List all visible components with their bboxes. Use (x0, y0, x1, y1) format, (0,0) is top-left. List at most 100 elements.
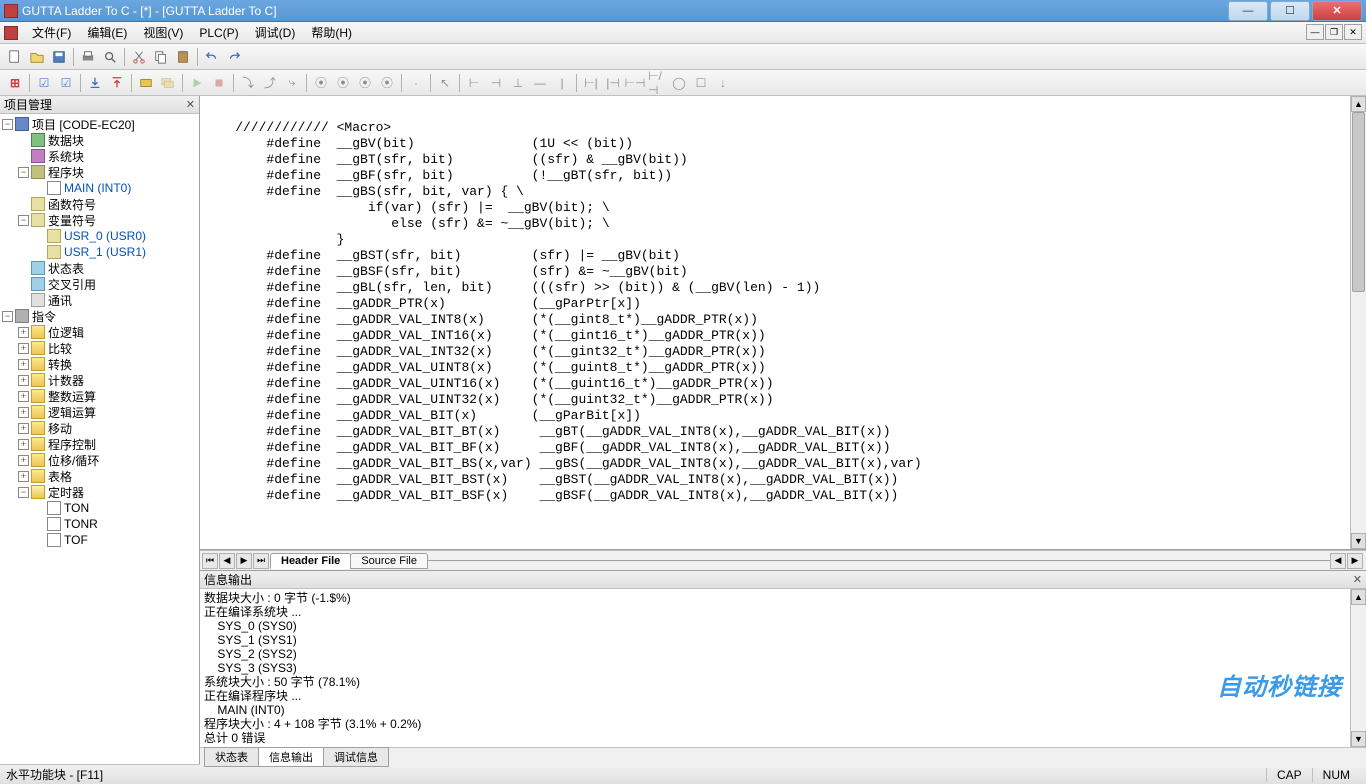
expand-icon[interactable]: + (18, 471, 29, 482)
tree-project[interactable]: 项目 [CODE-EC20] (32, 116, 135, 133)
maximize-button[interactable] (1270, 1, 1310, 21)
redo-button[interactable] (224, 47, 244, 67)
expand-icon[interactable]: − (18, 167, 29, 178)
c1[interactable]: ⊢ (464, 73, 484, 93)
br1-button[interactable]: ⦿ (311, 73, 331, 93)
tab-header-file[interactable]: Header File (270, 553, 351, 569)
tree-tof[interactable]: TOF (64, 533, 88, 547)
tab-r2-icon[interactable]: ▶ (1347, 553, 1363, 569)
open-button[interactable] (27, 47, 47, 67)
x1-button[interactable]: · (406, 73, 426, 93)
paste-button[interactable] (173, 47, 193, 67)
output-scrollbar[interactable]: ▲ ▼ (1350, 589, 1366, 747)
tree-compare[interactable]: 比较 (48, 340, 72, 357)
code-editor[interactable]: //////////// <Macro> #define __gBV(bit) … (200, 96, 1350, 549)
undo-button[interactable] (202, 47, 222, 67)
expand-icon[interactable]: + (18, 327, 29, 338)
expand-icon[interactable]: + (18, 455, 29, 466)
vertical-scrollbar[interactable]: ▲ ▼ (1350, 96, 1366, 549)
print-button[interactable] (78, 47, 98, 67)
menu-plc[interactable]: PLC(P) (191, 24, 246, 42)
minimize-button[interactable] (1228, 1, 1268, 21)
br2-button[interactable]: ⦿ (333, 73, 353, 93)
menu-edit[interactable]: 编辑(E) (79, 22, 135, 43)
panel-close-icon[interactable]: ✕ (1353, 573, 1362, 586)
scroll-up-icon[interactable]: ▲ (1351, 96, 1366, 112)
output-text[interactable]: 数据块大小 : 0 字节 (-1.$%)正在编译系统块 ... SYS_0 (S… (200, 589, 1350, 747)
tree-shift[interactable]: 位移/循环 (48, 452, 99, 469)
tree-table[interactable]: 表格 (48, 468, 72, 485)
tree-intmath[interactable]: 整数运算 (48, 388, 96, 405)
scroll-up-icon[interactable]: ▲ (1351, 589, 1366, 605)
cursor-button[interactable]: ↖ (435, 73, 455, 93)
expand-icon[interactable]: + (18, 407, 29, 418)
ladder-icon[interactable]: ⊞ (5, 73, 25, 93)
expand-icon[interactable]: + (18, 423, 29, 434)
new-button[interactable] (5, 47, 25, 67)
c5[interactable]: | (552, 73, 572, 93)
tree-bitlogic[interactable]: 位逻辑 (48, 324, 84, 341)
tree-timer[interactable]: 定时器 (48, 484, 84, 501)
menu-file[interactable]: 文件(F) (24, 22, 79, 43)
compile-all-button[interactable] (158, 73, 178, 93)
tree-instr[interactable]: 指令 (32, 308, 56, 325)
expand-icon[interactable]: − (2, 311, 13, 322)
c11[interactable]: ☐ (691, 73, 711, 93)
project-tree[interactable]: − 项目 [CODE-EC20] 数据块 系统块 − 程序块 MAIN (INT0)… (0, 114, 199, 764)
cut-button[interactable] (129, 47, 149, 67)
tree-funcsym[interactable]: 函数符号 (48, 196, 96, 213)
stop-button[interactable] (209, 73, 229, 93)
scroll-down-icon[interactable]: ▼ (1351, 533, 1366, 549)
menu-view[interactable]: 视图(V) (135, 22, 191, 43)
preview-button[interactable] (100, 47, 120, 67)
save-button[interactable] (49, 47, 69, 67)
menu-help[interactable]: 帮助(H) (303, 22, 360, 43)
check1-button[interactable]: ☑ (34, 73, 54, 93)
expand-icon[interactable]: + (18, 439, 29, 450)
mdi-min[interactable]: — (1306, 24, 1324, 40)
br4-button[interactable]: ⦿ (377, 73, 397, 93)
tree-tonr[interactable]: TONR (64, 517, 98, 531)
stepover-button[interactable]: ⤴ (260, 73, 280, 93)
tree-progctl[interactable]: 程序控制 (48, 436, 96, 453)
tree-logicmath[interactable]: 逻辑运算 (48, 404, 96, 421)
c7[interactable]: |⊣ (603, 73, 623, 93)
tree-sysblock[interactable]: 系统块 (48, 148, 84, 165)
step-button[interactable]: ⤵ (238, 73, 258, 93)
expand-icon[interactable]: − (18, 215, 29, 226)
close-button[interactable] (1312, 1, 1362, 21)
mdi-close[interactable]: ✕ (1344, 24, 1362, 40)
tab-r1-icon[interactable]: ◀ (1330, 553, 1346, 569)
mdi-restore[interactable]: ❐ (1325, 24, 1343, 40)
tab-prev-icon[interactable]: ◀ (219, 553, 235, 569)
c12[interactable]: ↓ (713, 73, 733, 93)
scroll-thumb[interactable] (1352, 112, 1365, 292)
tree-status[interactable]: 状态表 (48, 260, 84, 277)
upload-button[interactable] (107, 73, 127, 93)
check2-button[interactable]: ☑ (56, 73, 76, 93)
panel-close-icon[interactable]: ✕ (186, 98, 195, 111)
menu-debug[interactable]: 调试(D) (247, 22, 304, 43)
expand-icon[interactable]: − (18, 487, 29, 498)
tree-usr0[interactable]: USR_0 (USR0) (64, 229, 146, 243)
tree-ton[interactable]: TON (64, 501, 89, 515)
tree-progblock[interactable]: 程序块 (48, 164, 84, 181)
btab-status[interactable]: 状态表 (204, 747, 259, 767)
c6[interactable]: ⊢| (581, 73, 601, 93)
tree-comm[interactable]: 通讯 (48, 292, 72, 309)
tab-source-file[interactable]: Source File (350, 553, 428, 569)
tree-varsym[interactable]: 变量符号 (48, 212, 96, 229)
tree-cross[interactable]: 交叉引用 (48, 276, 96, 293)
tree-convert[interactable]: 转换 (48, 356, 72, 373)
tab-first-icon[interactable]: ⏮ (202, 553, 218, 569)
compile-button[interactable] (136, 73, 156, 93)
c2[interactable]: ⊣ (486, 73, 506, 93)
expand-icon[interactable]: − (2, 119, 13, 130)
tree-usr1[interactable]: USR_1 (USR1) (64, 245, 146, 259)
tree-main[interactable]: MAIN (INT0) (64, 181, 131, 195)
tree-datablock[interactable]: 数据块 (48, 132, 84, 149)
expand-icon[interactable]: + (18, 391, 29, 402)
br3-button[interactable]: ⦿ (355, 73, 375, 93)
expand-icon[interactable]: + (18, 375, 29, 386)
stepout-button[interactable]: ⤷ (282, 73, 302, 93)
